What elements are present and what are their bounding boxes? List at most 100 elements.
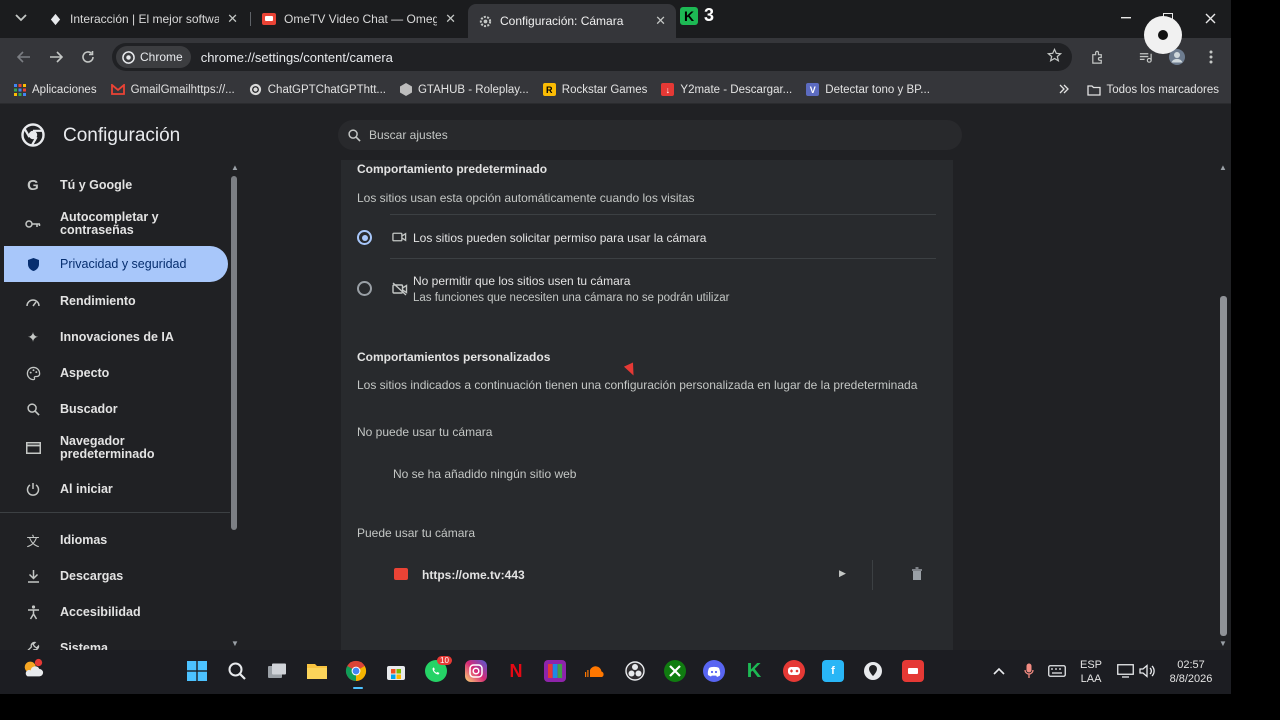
sidebar-item-autocompletar[interactable]: Autocompletar y contraseñas: [4, 210, 228, 238]
default-behavior-heading: Comportamiento predeterminado: [357, 162, 548, 176]
tab-configuracion[interactable]: Configuración: Cámara ✕: [468, 4, 676, 38]
sidebar-item-descargas[interactable]: Descargas: [4, 567, 228, 585]
language-indicator[interactable]: ESP LAA: [1080, 658, 1102, 686]
instagram-icon[interactable]: [465, 660, 487, 682]
sidebar-item-idiomas[interactable]: 文 Idiomas: [4, 531, 228, 549]
allowed-site-row[interactable]: https://ome.tv:443 ▶: [357, 560, 937, 590]
delete-trash-icon[interactable]: [911, 567, 923, 584]
soundcloud-icon[interactable]: [584, 660, 606, 682]
bookmark-detectar-tono[interactable]: V Detectar tono y BP...: [806, 83, 930, 96]
more-bookmarks-chevron-icon[interactable]: [1059, 84, 1069, 97]
language-layout: LAA: [1080, 673, 1102, 685]
clock-date: 8/8/2026: [1169, 673, 1213, 685]
bookmarks-right: Todos los marcadores: [1059, 76, 1219, 104]
back-button[interactable]: [14, 47, 34, 67]
page-scroll-up-icon[interactable]: ▲: [1219, 163, 1227, 172]
ometv-taskbar-icon[interactable]: [902, 660, 924, 682]
keyboard-icon[interactable]: [1046, 660, 1068, 682]
all-bookmarks-button[interactable]: Todos los marcadores: [1086, 84, 1219, 96]
sidebar-item-accesibilidad[interactable]: Accesibilidad: [4, 603, 228, 621]
obs-icon[interactable]: [624, 660, 646, 682]
sidebar-item-innovaciones-ia[interactable]: ✦ Innovaciones de IA: [4, 328, 228, 346]
sidebar-scroll-down-icon[interactable]: ▼: [231, 639, 239, 648]
address-bar[interactable]: Chrome chrome://settings/content/camera: [112, 43, 1072, 71]
windows-start-icon[interactable]: [186, 660, 208, 682]
volume-icon[interactable]: [1136, 660, 1158, 682]
winrar-icon[interactable]: [544, 660, 566, 682]
tray-chevron-up-icon[interactable]: [988, 660, 1010, 682]
power-icon: [24, 480, 42, 498]
sidebar-item-label: Accesibilidad: [60, 604, 141, 619]
close-tab-icon[interactable]: ✕: [227, 11, 238, 27]
bookmark-chatgpt[interactable]: ChatGPTChatGPThtt...: [249, 83, 386, 96]
sidebar-item-al-iniciar[interactable]: Al iniciar: [4, 480, 228, 498]
sidebar-item-aspecto[interactable]: Aspecto: [4, 364, 228, 382]
radio-allow-selected[interactable]: [357, 230, 372, 245]
sidebar-item-tu-y-google[interactable]: G Tú y Google: [4, 176, 228, 194]
clock[interactable]: 02:57 8/8/2026: [1168, 658, 1214, 686]
facebook-icon[interactable]: f: [822, 660, 844, 682]
site-info-chip[interactable]: Chrome: [116, 46, 191, 68]
chrome-logo-icon: [21, 123, 45, 150]
close-button[interactable]: [1189, 0, 1231, 36]
tab-interaccion[interactable]: Interacción | El mejor software p ✕: [38, 4, 248, 34]
bookmark-rockstar[interactable]: R Rockstar Games: [542, 83, 647, 96]
reload-button[interactable]: [78, 47, 98, 67]
menu-kebab-icon[interactable]: [1202, 48, 1220, 66]
rockstar-icon: R: [542, 83, 556, 96]
reload-icon: [82, 51, 94, 63]
expand-arrow-icon[interactable]: ▶: [839, 568, 846, 579]
sidebar-item-buscador[interactable]: Buscador: [4, 400, 228, 418]
bookmarks-bar: Aplicaciones GmailGmailhttps://... ChatG…: [0, 76, 1231, 104]
netflix-icon[interactable]: N: [505, 660, 527, 682]
file-explorer-icon[interactable]: [306, 660, 328, 682]
url-text[interactable]: chrome://settings/content/camera: [201, 50, 393, 65]
radio-block[interactable]: [357, 281, 372, 296]
sidebar-item-privacidad[interactable]: Privacidad y seguridad: [4, 246, 228, 282]
minimize-button[interactable]: [1105, 0, 1147, 36]
key-icon: [24, 215, 42, 233]
sidebar-item-navegador-predeterminado[interactable]: Navegador predeterminado: [4, 434, 228, 462]
network-icon[interactable]: [1114, 660, 1136, 682]
microphone-icon[interactable]: [1018, 660, 1040, 682]
tab-ometv[interactable]: OmeTV Video Chat — Omegle ✕: [252, 4, 466, 34]
game-launcher-icon[interactable]: [783, 660, 805, 682]
sidebar-item-label: Idiomas: [60, 532, 108, 547]
weather-widget-icon[interactable]: [22, 658, 44, 680]
sidebar-scroll-up-icon[interactable]: ▲: [231, 163, 239, 172]
camera-icon: [392, 231, 407, 246]
sidebar-item-rendimiento[interactable]: Rendimiento: [4, 292, 228, 310]
forward-button[interactable]: [46, 47, 66, 67]
sidebar-scrollbar[interactable]: [231, 176, 237, 530]
settings-search-input[interactable]: Buscar ajustes: [338, 120, 962, 150]
xbox-icon[interactable]: [664, 660, 686, 682]
bookmark-label: Aplicaciones: [32, 83, 97, 96]
search-icon: [24, 400, 42, 418]
page-scroll-down-icon[interactable]: ▼: [1219, 639, 1227, 648]
chrome-taskbar-icon[interactable]: [345, 660, 367, 682]
location-pin-icon[interactable]: [862, 660, 884, 682]
sidebar-item-label: Al iniciar: [60, 481, 113, 496]
bookmark-label: Detectar tono y BP...: [825, 83, 930, 96]
bookmark-gmail[interactable]: GmailGmailhttps://...: [110, 84, 235, 96]
sidebar-item-label: Privacidad y seguridad: [60, 256, 187, 271]
close-tab-icon[interactable]: ✕: [655, 13, 666, 29]
gmail-icon: [110, 84, 125, 95]
bookmark-aplicaciones[interactable]: Aplicaciones: [14, 83, 97, 96]
extensions-icon[interactable]: [1088, 48, 1106, 66]
task-view-icon[interactable]: [266, 660, 288, 682]
discord-icon[interactable]: [703, 660, 725, 682]
page-scrollbar[interactable]: [1220, 296, 1227, 636]
search-icon[interactable]: [226, 660, 248, 682]
tab-search-button[interactable]: [8, 6, 34, 30]
sidebar-item-label: Navegador predeterminado: [60, 434, 155, 461]
sidebar-item-label: Rendimiento: [60, 293, 136, 308]
gear-dark-icon: [48, 12, 62, 26]
bookmark-star-icon[interactable]: [1046, 47, 1063, 67]
microsoft-store-icon[interactable]: [385, 660, 407, 682]
bookmark-y2mate[interactable]: ↓ Y2mate - Descargar...: [661, 83, 792, 96]
search-placeholder: Buscar ajustes: [369, 128, 448, 142]
bookmark-gtahub[interactable]: GTAHUB - Roleplay...: [399, 83, 529, 96]
close-tab-icon[interactable]: ✕: [445, 11, 456, 27]
kick-icon[interactable]: K: [743, 660, 765, 682]
